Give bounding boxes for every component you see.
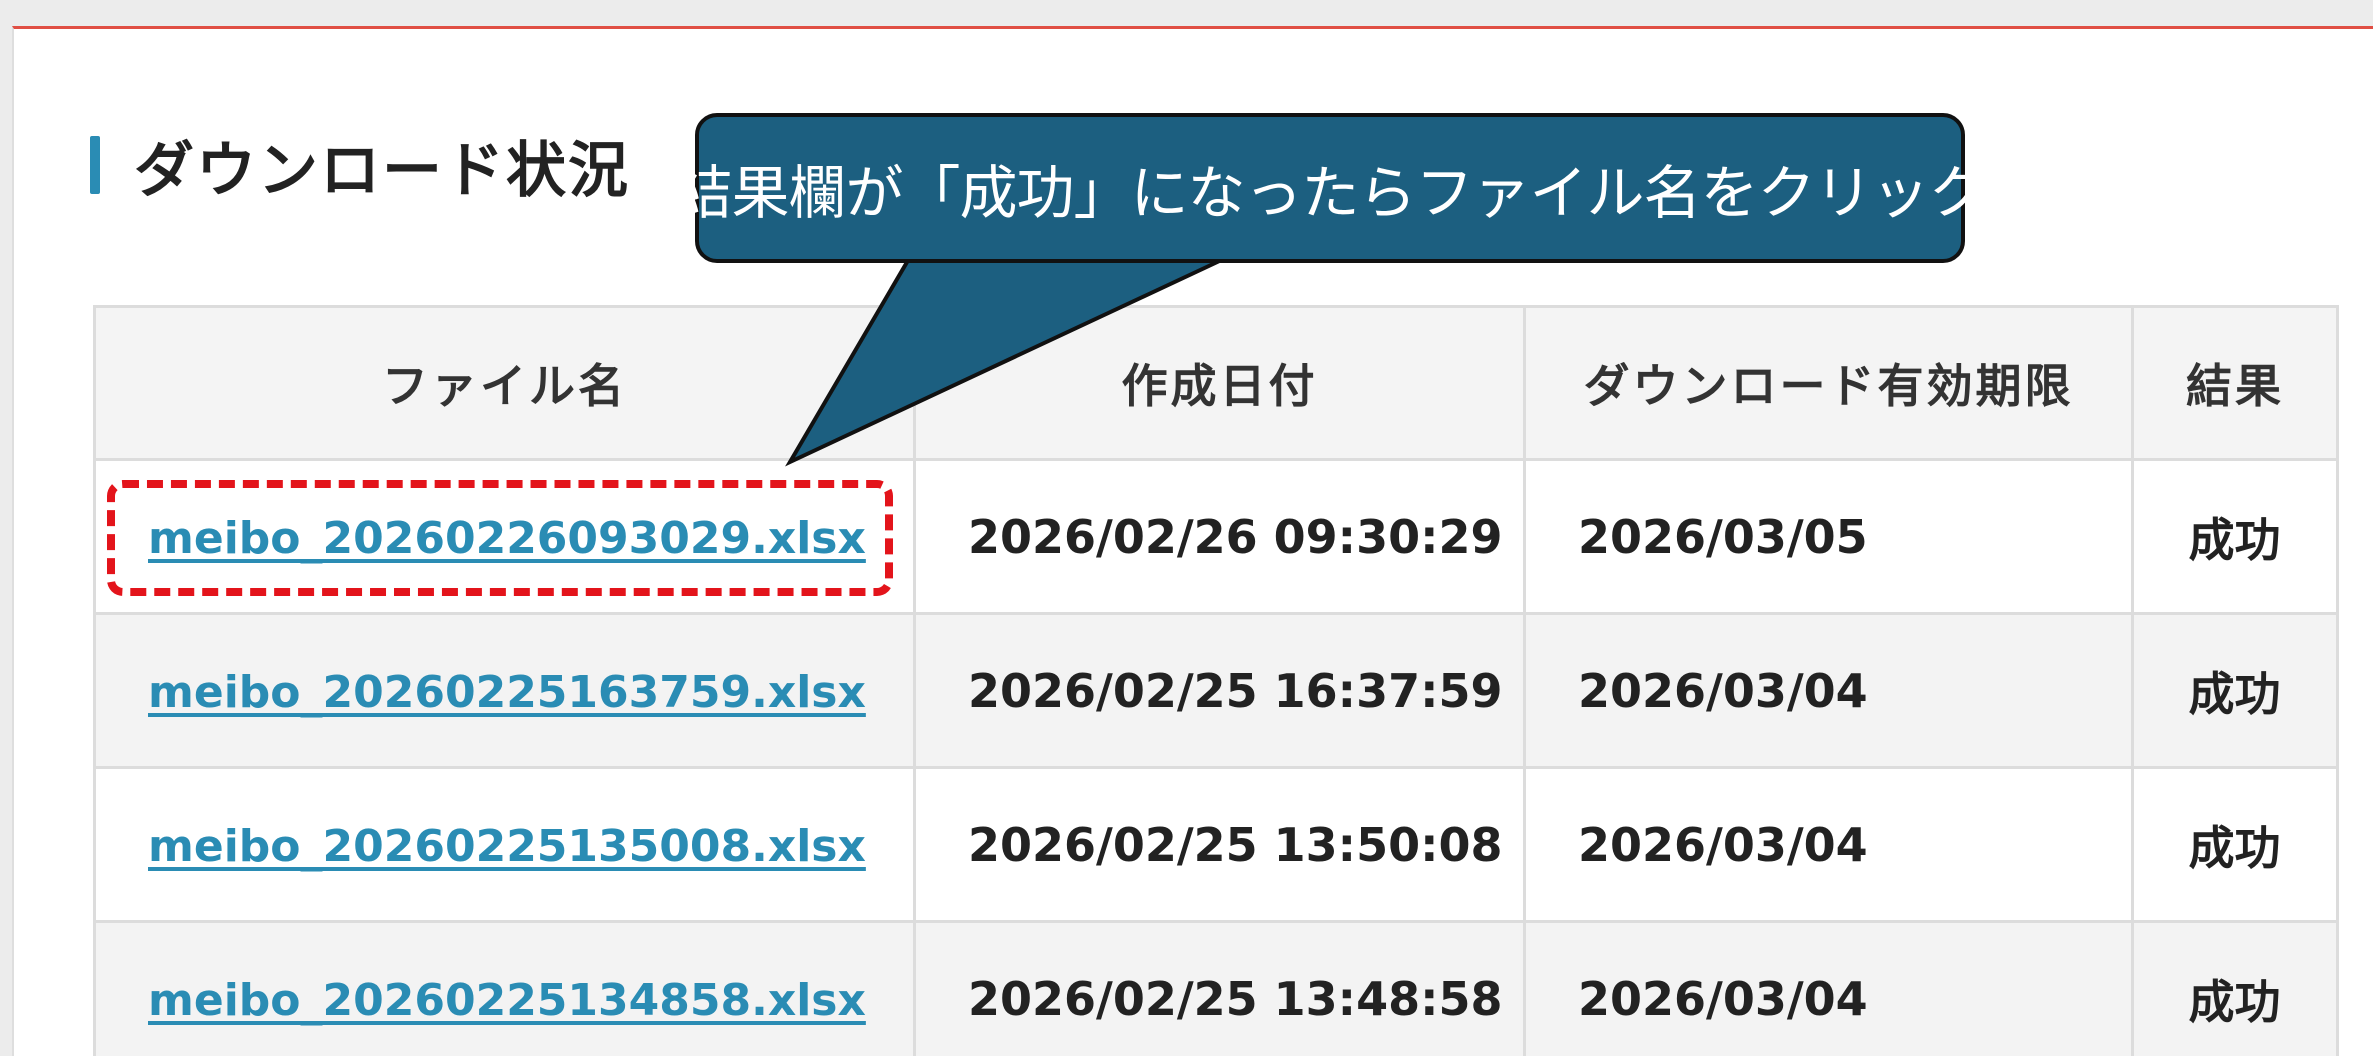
section-heading: ダウンロード状況 [90, 125, 630, 206]
column-header-download-expiry: ダウンロード有効期限 [1523, 305, 2134, 461]
top-strip [0, 0, 2373, 26]
callout-text: 結果欄が「成功」になったらファイル名をクリック [674, 161, 1987, 226]
file-name-cell: meibo_20260225135008.xlsx [93, 766, 916, 923]
table-row: meibo_20260226093029.xlsx 2026/02/26 09:… [93, 458, 2339, 615]
table-row: meibo_20260225163759.xlsx 2026/02/25 16:… [93, 612, 2339, 769]
download-status-table: ファイル名 作成日付 ダウンロード有効期限 結果 meibo_202602260… [93, 305, 2339, 1056]
file-name-cell: meibo_20260225134858.xlsx [93, 920, 916, 1056]
file-name-cell: meibo_20260225163759.xlsx [93, 612, 916, 769]
expiry-date-cell: 2026/03/04 [1523, 612, 2134, 769]
result-cell: 成功 [2131, 458, 2339, 615]
expiry-date-cell: 2026/03/04 [1523, 920, 2134, 1056]
table-header-row: ファイル名 作成日付 ダウンロード有効期限 結果 [93, 305, 2339, 461]
table-row: meibo_20260225135008.xlsx 2026/02/25 13:… [93, 766, 2339, 923]
expiry-date-cell: 2026/03/05 [1523, 458, 2134, 615]
created-date-cell: 2026/02/26 09:30:29 [913, 458, 1526, 615]
instruction-callout: 結果欄が「成功」になったらファイル名をクリック [675, 113, 1987, 263]
file-name-cell: meibo_20260226093029.xlsx [93, 458, 916, 615]
file-download-link[interactable]: meibo_20260226093029.xlsx [148, 513, 866, 564]
column-header-file-name: ファイル名 [93, 305, 916, 461]
result-cell: 成功 [2131, 612, 2339, 769]
table-row: meibo_20260225134858.xlsx 2026/02/25 13:… [93, 920, 2339, 1056]
file-download-link[interactable]: meibo_20260225135008.xlsx [148, 821, 866, 872]
heading-accent-bar [90, 136, 100, 194]
created-date-cell: 2026/02/25 16:37:59 [913, 612, 1526, 769]
expiry-date-cell: 2026/03/04 [1523, 766, 2134, 923]
file-download-link[interactable]: meibo_20260225134858.xlsx [148, 975, 866, 1026]
section-title: ダウンロード状況 [134, 135, 630, 206]
result-cell: 成功 [2131, 766, 2339, 923]
result-cell: 成功 [2131, 920, 2339, 1056]
file-download-link[interactable]: meibo_20260225163759.xlsx [148, 667, 866, 718]
column-header-result: 結果 [2131, 305, 2339, 461]
created-date-cell: 2026/02/25 13:50:08 [913, 766, 1526, 923]
column-header-created-date: 作成日付 [913, 305, 1526, 461]
created-date-cell: 2026/02/25 13:48:58 [913, 920, 1526, 1056]
screenshot-stage: ダウンロード状況 ファイル名 作成日付 ダウンロード有効期限 結果 meibo_… [0, 0, 2373, 1056]
